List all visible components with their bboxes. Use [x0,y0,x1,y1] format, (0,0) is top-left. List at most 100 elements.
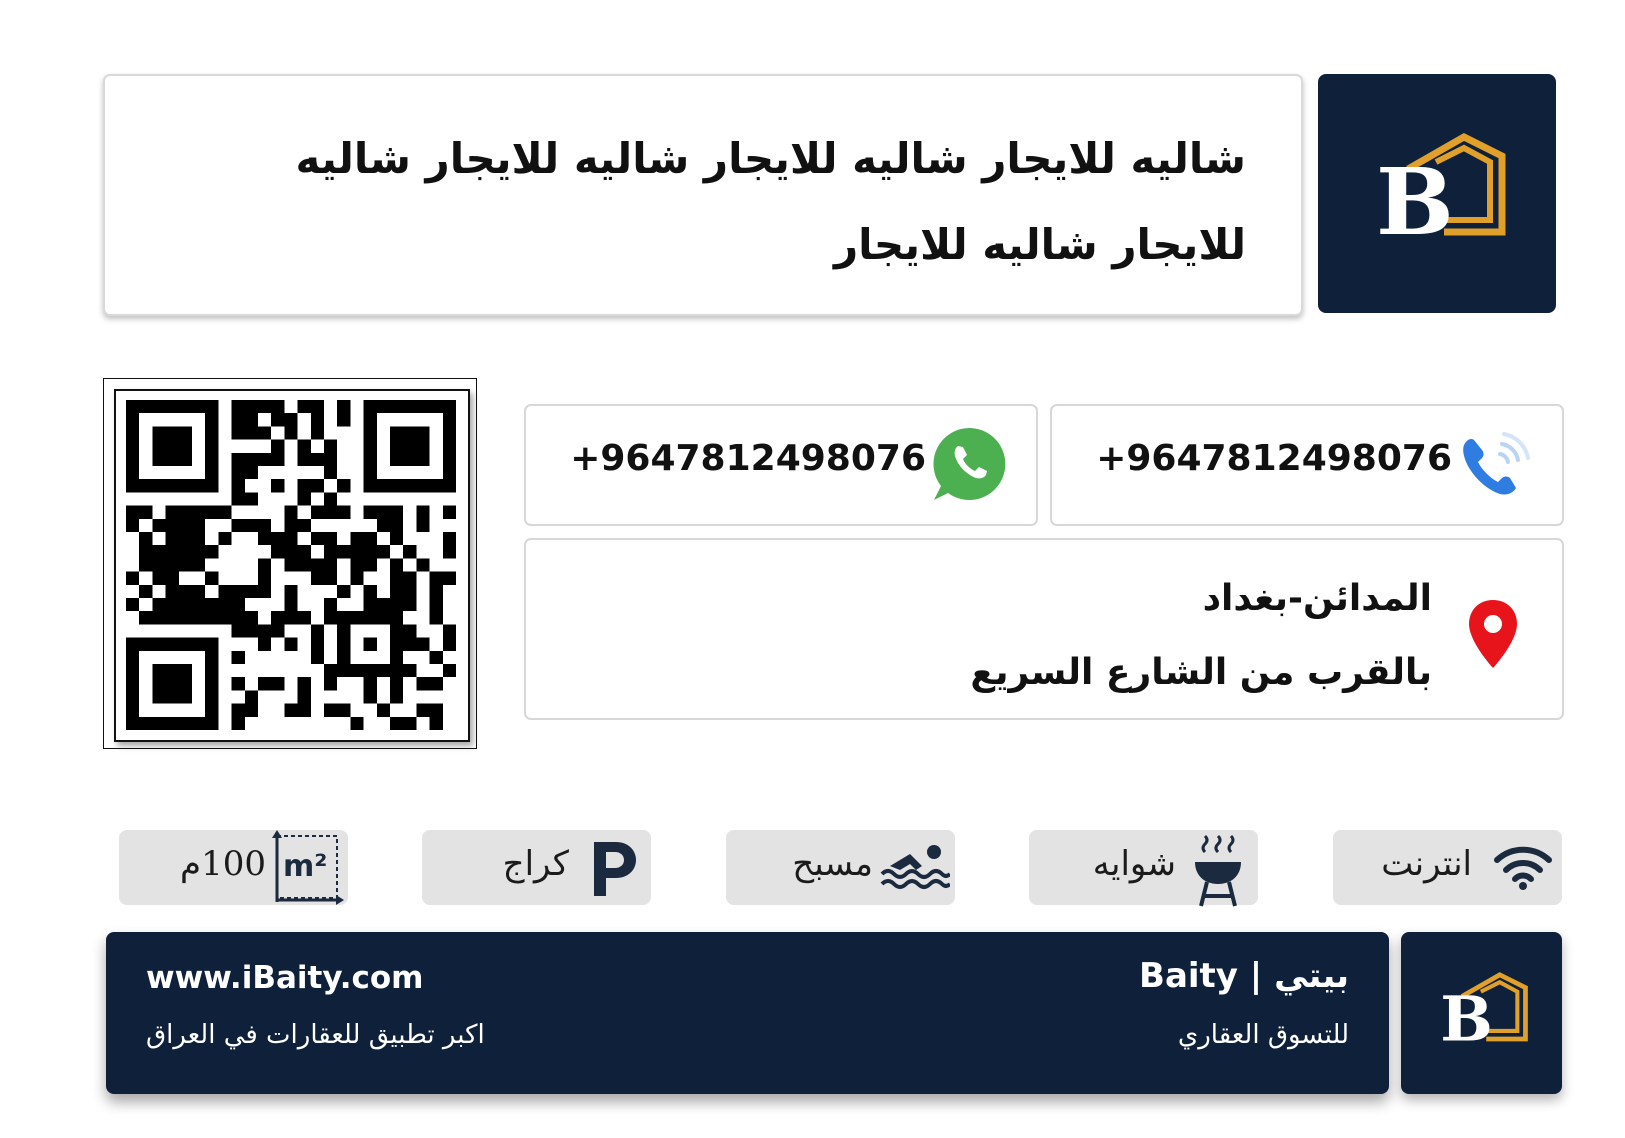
qr-module [258,452,272,466]
qr-module [390,624,404,638]
qr-module [165,571,179,585]
feature-area-label: 100م [180,844,266,884]
parking-icon [594,842,636,896]
address-card: المدائن-بغداد بالقرب من الشارع السريع [524,538,1564,720]
qr-module [126,426,140,440]
qr-module [152,664,166,678]
qr-module [205,690,219,704]
qr-module [363,598,377,612]
qr-module [205,413,219,427]
qr-module [271,545,285,559]
logo-letter: B [1440,982,1493,1055]
qr-module [442,452,456,466]
qr-module [271,611,285,625]
qr-module [297,611,311,625]
qr-module [350,664,364,678]
qr-module [403,637,417,651]
qr-module [231,703,245,717]
qr-module [284,637,298,651]
qr-module [165,479,179,493]
qr-module [244,703,258,717]
qr-module [442,637,456,651]
qr-module [205,650,219,664]
qr-module [350,545,364,559]
qr-module [442,664,456,678]
qr-module [363,413,377,427]
qr-module [218,611,232,625]
qr-module [337,650,351,664]
qr-module [165,439,179,453]
qr-module [390,664,404,678]
qr-module [337,479,351,493]
whatsapp-card[interactable]: +9647812498076 [524,404,1038,526]
qr-module [284,703,298,717]
qr-module [126,664,140,678]
qr-module [271,452,285,466]
qr-module [271,439,285,453]
qr-module [139,558,153,572]
qr-module [231,611,245,625]
qr-module [310,558,324,572]
qr-module [218,584,232,598]
qr-module [165,611,179,625]
qr-module [139,505,153,519]
qr-module [376,611,390,625]
qr-module [363,532,377,546]
qr-module [152,479,166,493]
qr-module [152,439,166,453]
qr-module [165,545,179,559]
qr-module [324,611,338,625]
qr-module [324,505,338,519]
qr-module [337,703,351,717]
qr-module [310,624,324,638]
qr-module [403,624,417,638]
qr-module [218,598,232,612]
qr-module [192,637,206,651]
qr-module [403,716,417,730]
logo-letter: B [1376,148,1454,256]
qr-module [218,505,232,519]
qr-module [165,677,179,691]
qr-module [403,426,417,440]
qr-module [310,505,324,519]
qr-module [416,479,430,493]
qr-module [376,703,390,717]
feature-grill: شوايه [1029,830,1258,907]
whatsapp-number[interactable]: +9647812498076 [570,438,926,479]
qr-module [442,426,456,440]
qr-module [297,452,311,466]
qr-module [139,584,153,598]
qr-module [178,452,192,466]
qr-module [205,466,219,480]
qr-module [205,400,219,414]
qr-module [205,571,219,585]
phone-number[interactable]: +9647812498076 [1096,438,1452,479]
qr-module [205,505,219,519]
qr-module [310,650,324,664]
qr-module [429,677,443,691]
phone-card[interactable]: +9647812498076 [1050,404,1564,526]
qr-module [416,518,430,532]
area-m2-icon: m² [272,830,344,905]
qr-module [403,598,417,612]
qr-module [429,400,443,414]
qr-module [324,703,338,717]
whatsapp-icon [933,427,1006,500]
qr-module [231,452,245,466]
qr-module [376,545,390,559]
qr-module [416,439,430,453]
qr-module [152,558,166,572]
qr-module [363,677,377,691]
qr-module [442,571,456,585]
footer-website-link[interactable]: www.iBaity.com [146,960,423,996]
qr-module [310,532,324,546]
qr-module [350,558,364,572]
qr-module [152,400,166,414]
qr-module [258,571,272,585]
qr-module [165,518,179,532]
qr-module [126,400,140,414]
area-unit-text: m² [283,849,327,884]
qr-module [376,505,390,519]
qr-module [258,584,272,598]
qr-module [390,611,404,625]
